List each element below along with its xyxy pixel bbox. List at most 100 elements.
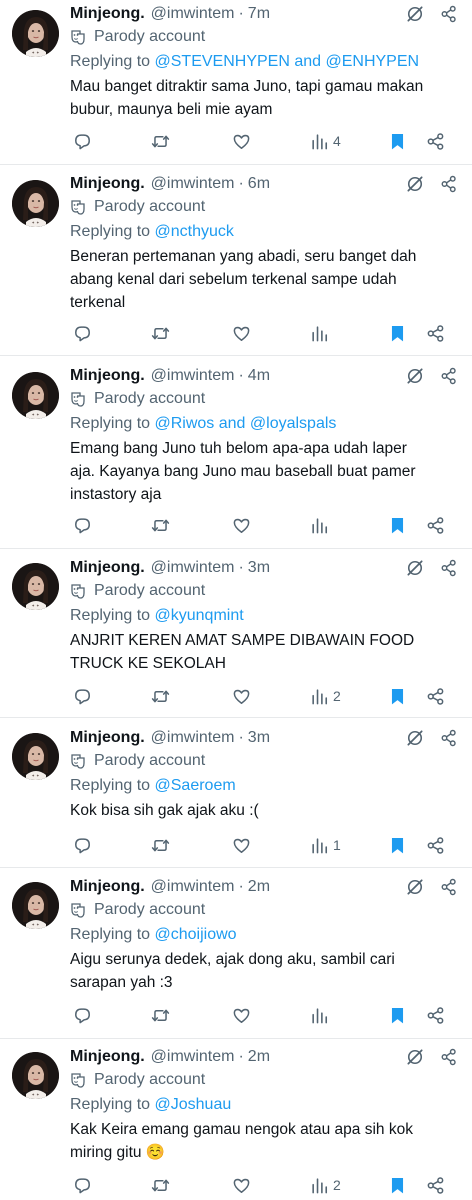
grok-slash-circle-icon[interactable]: [405, 4, 425, 24]
share-button[interactable]: [426, 1173, 445, 1197]
views-button[interactable]: 4: [310, 129, 341, 153]
display-name[interactable]: Minjeong.: [70, 729, 145, 747]
timestamp[interactable]: 2m: [248, 878, 270, 896]
post[interactable]: ✦ ✦ Minjeong. @imwintem · 2m Parody acco…: [0, 1039, 472, 1200]
bookmark-button[interactable]: [388, 513, 407, 537]
repost-button[interactable]: [151, 833, 170, 857]
timestamp[interactable]: 7m: [248, 5, 270, 23]
bookmark-button[interactable]: [388, 321, 407, 345]
reply-button[interactable]: [73, 129, 92, 153]
display-name[interactable]: Minjeong.: [70, 5, 145, 23]
more-options-icon[interactable]: [440, 1048, 458, 1066]
repost-button[interactable]: [151, 513, 170, 537]
avatar[interactable]: ✦ ✦: [12, 372, 59, 419]
timestamp[interactable]: 3m: [248, 729, 270, 747]
grok-slash-circle-icon[interactable]: [405, 366, 425, 386]
share-button[interactable]: [426, 513, 445, 537]
post[interactable]: ✦ ✦ Minjeong. @imwintem · 4m Parody acco…: [0, 356, 472, 549]
share-button[interactable]: [426, 129, 445, 153]
avatar[interactable]: ✦ ✦: [12, 180, 59, 227]
more-options-icon[interactable]: [440, 559, 458, 577]
handle[interactable]: @imwintem: [151, 729, 235, 747]
like-button[interactable]: [232, 1173, 251, 1197]
reply-button[interactable]: [73, 321, 92, 345]
post[interactable]: ✦ ✦ Minjeong. @imwintem · 7m Parody acco…: [0, 0, 472, 165]
views-button[interactable]: [310, 321, 333, 345]
share-button[interactable]: [426, 321, 445, 345]
bookmark-button[interactable]: [388, 1173, 407, 1197]
bookmark-button[interactable]: [388, 833, 407, 857]
bookmark-button[interactable]: [388, 1003, 407, 1027]
post-header: Minjeong. @imwintem · 3m: [70, 556, 458, 580]
like-button[interactable]: [232, 321, 251, 345]
display-name[interactable]: Minjeong.: [70, 175, 145, 193]
post[interactable]: ✦ ✦ Minjeong. @imwintem · 2m Parody acco…: [0, 868, 472, 1039]
reply-button[interactable]: [73, 684, 92, 708]
display-name[interactable]: Minjeong.: [70, 559, 145, 577]
share-button[interactable]: [426, 1003, 445, 1027]
views-button[interactable]: 2: [310, 684, 341, 708]
handle[interactable]: @imwintem: [151, 175, 235, 193]
avatar[interactable]: ✦ ✦: [12, 733, 59, 780]
avatar[interactable]: ✦ ✦: [12, 882, 59, 929]
post[interactable]: ✦ ✦ Minjeong. @imwintem · 6m Parody acco…: [0, 165, 472, 356]
like-button[interactable]: [232, 1003, 251, 1027]
views-button[interactable]: [310, 1003, 333, 1027]
reply-button[interactable]: [73, 513, 92, 537]
more-options-icon[interactable]: [440, 878, 458, 896]
display-name[interactable]: Minjeong.: [70, 878, 145, 896]
grok-slash-circle-icon[interactable]: [405, 174, 425, 194]
avatar[interactable]: ✦ ✦: [12, 563, 59, 610]
grok-slash-circle-icon[interactable]: [405, 877, 425, 897]
replying-to-link[interactable]: @kyunqmint: [155, 607, 244, 624]
timestamp[interactable]: 6m: [248, 175, 270, 193]
more-options-icon[interactable]: [440, 367, 458, 385]
replying-to-link[interactable]: @choijiowo: [155, 926, 237, 943]
grok-slash-circle-icon[interactable]: [405, 558, 425, 578]
like-button[interactable]: [232, 684, 251, 708]
more-options-icon[interactable]: [440, 5, 458, 23]
share-button[interactable]: [426, 833, 445, 857]
handle[interactable]: @imwintem: [151, 878, 235, 896]
grok-slash-circle-icon[interactable]: [405, 728, 425, 748]
avatar[interactable]: ✦ ✦: [12, 10, 59, 57]
replying-to-link[interactable]: @Riwos and @loyalspals: [155, 415, 337, 432]
views-button[interactable]: 2: [310, 1173, 341, 1197]
views-button[interactable]: 1: [310, 833, 341, 857]
reply-button[interactable]: [73, 1003, 92, 1027]
handle[interactable]: @imwintem: [151, 1048, 235, 1066]
like-button[interactable]: [232, 129, 251, 153]
grok-slash-circle-icon[interactable]: [405, 1047, 425, 1067]
like-button[interactable]: [232, 833, 251, 857]
replying-to-link[interactable]: @Saeroem: [155, 777, 236, 794]
reply-button[interactable]: [73, 1173, 92, 1197]
bookmark-button[interactable]: [388, 684, 407, 708]
views-button[interactable]: [310, 513, 333, 537]
repost-button[interactable]: [151, 321, 170, 345]
handle[interactable]: @imwintem: [151, 367, 235, 385]
reply-button[interactable]: [73, 833, 92, 857]
handle[interactable]: @imwintem: [151, 5, 235, 23]
timestamp[interactable]: 3m: [248, 559, 270, 577]
bookmark-button[interactable]: [388, 129, 407, 153]
display-name[interactable]: Minjeong.: [70, 367, 145, 385]
share-button[interactable]: [426, 684, 445, 708]
timestamp[interactable]: 4m: [248, 367, 270, 385]
more-options-icon[interactable]: [440, 175, 458, 193]
repost-button[interactable]: [151, 1173, 170, 1197]
post[interactable]: ✦ ✦ Minjeong. @imwintem · 3m Parody acco…: [0, 549, 472, 718]
post-header: Minjeong. @imwintem · 3m: [70, 726, 458, 750]
repost-button[interactable]: [151, 129, 170, 153]
display-name[interactable]: Minjeong.: [70, 1048, 145, 1066]
repost-button[interactable]: [151, 1003, 170, 1027]
handle[interactable]: @imwintem: [151, 559, 235, 577]
post[interactable]: ✦ ✦ Minjeong. @imwintem · 3m Parody acco…: [0, 718, 472, 868]
replying-to-link[interactable]: @STEVENHYPEN and @ENHYPEN: [155, 53, 420, 70]
replying-to-link[interactable]: @Joshuau: [155, 1096, 232, 1113]
replying-to-link[interactable]: @ncthyuck: [155, 223, 234, 240]
like-button[interactable]: [232, 513, 251, 537]
timestamp[interactable]: 2m: [248, 1048, 270, 1066]
more-options-icon[interactable]: [440, 729, 458, 747]
avatar[interactable]: ✦ ✦: [12, 1052, 59, 1099]
repost-button[interactable]: [151, 684, 170, 708]
